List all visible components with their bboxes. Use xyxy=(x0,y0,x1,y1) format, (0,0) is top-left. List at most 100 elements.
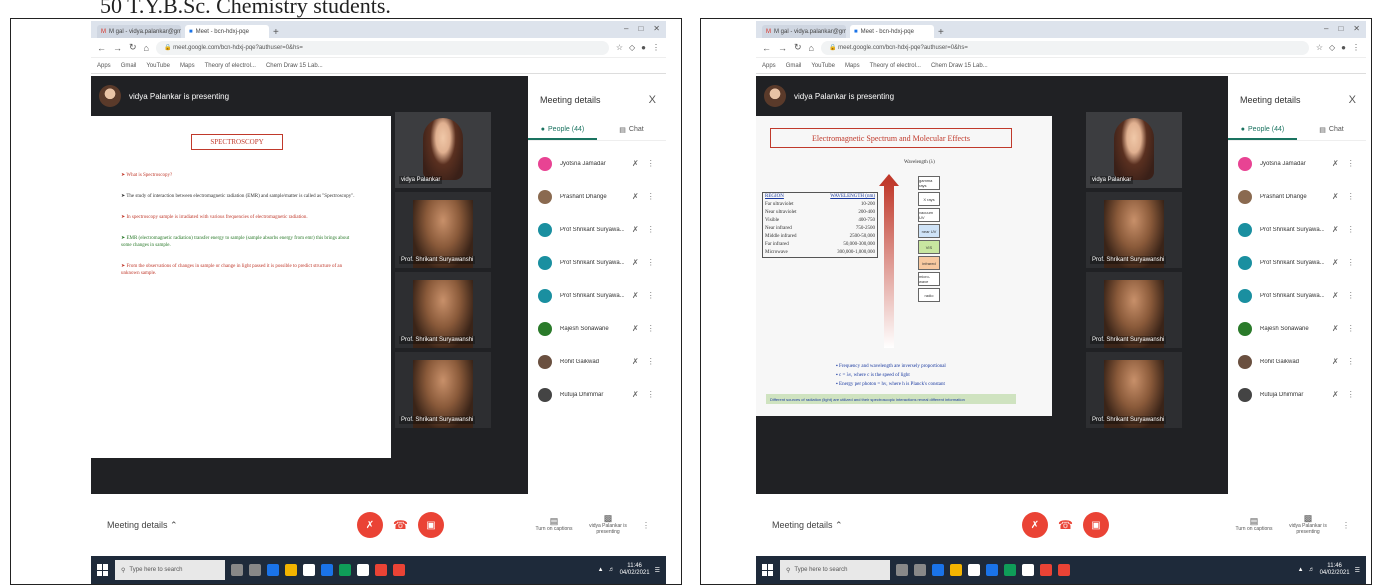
present-button[interactable]: ▩ vidya Palankar is presenting xyxy=(588,514,628,536)
hang-up-button[interactable]: ☎ xyxy=(393,518,408,532)
present-button[interactable]: ▩ vidya Palankar is presenting xyxy=(1288,514,1328,536)
url-input[interactable]: 🔒 meet.google.com/bcn-hdxj-pqe?authuser=… xyxy=(155,40,609,55)
close-window-icon[interactable]: ✕ xyxy=(1353,24,1360,33)
list-item[interactable]: Rutuja Dhimmar ✗ ⋮ xyxy=(1238,378,1366,411)
hang-up-button[interactable]: ☎ xyxy=(1058,518,1073,532)
back-icon[interactable]: ← xyxy=(97,43,106,53)
list-item[interactable]: Rajesh Sonawane ✗ ⋮ xyxy=(538,312,666,345)
participant-tile[interactable]: Prof. Shrikant Suryawanshi xyxy=(1086,352,1182,428)
participant-tile[interactable]: vidya Palankar xyxy=(395,112,491,188)
taskbar-app-icon[interactable] xyxy=(896,564,908,576)
network-icon[interactable]: ▲ xyxy=(598,567,604,573)
more-options-icon[interactable]: ⋮ xyxy=(642,521,650,530)
captions-button[interactable]: ▤ Turn on captions xyxy=(1234,517,1274,533)
windows-start-icon[interactable] xyxy=(97,564,109,576)
tab-people[interactable]: ● People (44) xyxy=(1228,126,1297,140)
bookmark-item[interactable]: YouTube xyxy=(146,63,170,69)
camera-toggle-button[interactable]: ▣ xyxy=(1082,512,1109,538)
new-tab-button[interactable]: + xyxy=(938,27,948,38)
participant-tile[interactable]: Prof. Shrikant Suryawanshi xyxy=(395,192,491,268)
taskbar-search[interactable]: ⚲ Type here to search xyxy=(115,560,225,580)
list-item[interactable]: Prof Shrikant Suryawa... ✗ ⋮ xyxy=(538,279,666,312)
camera-toggle-button[interactable]: ▣ xyxy=(417,512,444,538)
captions-button[interactable]: ▤ Turn on captions xyxy=(534,517,574,533)
taskbar-app-icon[interactable] xyxy=(1022,564,1034,576)
bookmark-item[interactable]: Maps xyxy=(845,63,860,69)
new-tab-button[interactable]: + xyxy=(273,27,283,38)
tab-gmail[interactable]: MM gal - vidya.palankar@gmail.com xyxy=(97,25,181,38)
bookmark-item[interactable]: Apps xyxy=(97,63,111,69)
taskbar-app-icon[interactable] xyxy=(321,564,333,576)
list-item[interactable]: Prashant Dhange ✗ ⋮ xyxy=(1238,180,1366,213)
menu-icon[interactable]: ⋮ xyxy=(652,43,660,52)
extensions-icon[interactable]: ◇ xyxy=(1329,43,1335,52)
taskbar-app-icon[interactable] xyxy=(231,564,243,576)
participant-tile[interactable]: vidya Palankar xyxy=(1086,112,1182,188)
taskbar-app-icon[interactable] xyxy=(339,564,351,576)
back-icon[interactable]: ← xyxy=(762,43,771,53)
mic-toggle-button[interactable]: ✗ xyxy=(357,512,383,538)
more-options-icon[interactable]: ⋮ xyxy=(647,390,655,399)
bookmark-item[interactable]: Theory of electrol... xyxy=(205,63,256,69)
bookmark-item[interactable]: Gmail xyxy=(121,63,137,69)
more-options-icon[interactable]: ⋮ xyxy=(1342,521,1350,530)
taskbar-app-icon[interactable] xyxy=(249,564,261,576)
clock-date[interactable]: 04/02/2021 xyxy=(620,570,650,576)
list-item[interactable]: Rajesh Sonawane ✗ ⋮ xyxy=(1238,312,1366,345)
clock-time[interactable]: 11:46 xyxy=(627,563,642,569)
home-icon[interactable]: ⌂ xyxy=(144,43,149,53)
more-options-icon[interactable]: ⋮ xyxy=(1347,258,1355,267)
taskbar-app-icon[interactable] xyxy=(303,564,315,576)
list-item[interactable]: Jyotsna Jamadar ✗ ⋮ xyxy=(538,147,666,180)
more-options-icon[interactable]: ⋮ xyxy=(647,357,655,366)
taskbar-app-icon[interactable] xyxy=(267,564,279,576)
extensions-icon[interactable]: ◇ xyxy=(629,43,635,52)
reload-icon[interactable]: ↻ xyxy=(794,42,802,53)
menu-icon[interactable]: ⋮ xyxy=(1352,43,1360,52)
reload-icon[interactable]: ↻ xyxy=(129,42,137,53)
taskbar-app-icon[interactable] xyxy=(1058,564,1070,576)
tab-people[interactable]: ● People (44) xyxy=(528,126,597,140)
list-item[interactable]: Prof Shrikant Suryawa... ✗ ⋮ xyxy=(538,246,666,279)
bookmark-item[interactable]: Chem Draw 15 Lab... xyxy=(931,63,988,69)
more-options-icon[interactable]: ⋮ xyxy=(1347,324,1355,333)
close-window-icon[interactable]: ✕ xyxy=(653,24,660,33)
more-options-icon[interactable]: ⋮ xyxy=(647,258,655,267)
taskbar-app-icon[interactable] xyxy=(932,564,944,576)
tab-chat[interactable]: ▤ Chat xyxy=(597,126,666,140)
more-options-icon[interactable]: ⋮ xyxy=(1347,159,1355,168)
more-options-icon[interactable]: ⋮ xyxy=(647,225,655,234)
forward-icon[interactable]: → xyxy=(778,43,787,53)
maximize-icon[interactable]: □ xyxy=(638,24,643,33)
more-options-icon[interactable]: ⋮ xyxy=(1347,291,1355,300)
taskbar-app-icon[interactable] xyxy=(914,564,926,576)
taskbar-app-icon[interactable] xyxy=(986,564,998,576)
bookmark-item[interactable]: Theory of electrol... xyxy=(870,63,921,69)
more-options-icon[interactable]: ⋮ xyxy=(647,192,655,201)
close-icon[interactable]: X xyxy=(1349,94,1356,106)
list-item[interactable]: Rohit Gaikwad ✗ ⋮ xyxy=(1238,345,1366,378)
star-icon[interactable]: ☆ xyxy=(616,43,623,52)
url-input[interactable]: 🔒 meet.google.com/bcn-hdxj-pqe?authuser=… xyxy=(820,40,1309,55)
more-options-icon[interactable]: ⋮ xyxy=(1347,357,1355,366)
tab-meet[interactable]: ■ Meet - bcn-hdxj-pqe xyxy=(850,25,934,38)
participant-tile[interactable]: Prof. Shrikant Suryawanshi xyxy=(1086,192,1182,268)
notification-icon[interactable]: ☰ xyxy=(655,567,660,574)
taskbar-app-icon[interactable] xyxy=(968,564,980,576)
profile-icon[interactable]: ● xyxy=(1341,43,1346,52)
list-item[interactable]: Prashant Dhange ✗ ⋮ xyxy=(538,180,666,213)
mic-toggle-button[interactable]: ✗ xyxy=(1022,512,1048,538)
maximize-icon[interactable]: □ xyxy=(1338,24,1343,33)
list-item[interactable]: Prof Shrikant Suryawa... ✗ ⋮ xyxy=(538,213,666,246)
list-item[interactable]: Prof Shrikant Suryawa... ✗ ⋮ xyxy=(1238,213,1366,246)
more-options-icon[interactable]: ⋮ xyxy=(647,159,655,168)
minimize-icon[interactable]: – xyxy=(1324,24,1328,33)
more-options-icon[interactable]: ⋮ xyxy=(1347,390,1355,399)
home-icon[interactable]: ⌂ xyxy=(809,43,814,53)
taskbar-app-icon[interactable] xyxy=(357,564,369,576)
bookmark-item[interactable]: Chem Draw 15 Lab... xyxy=(266,63,323,69)
taskbar-search[interactable]: ⚲ Type here to search xyxy=(780,560,890,580)
network-icon[interactable]: ▲ xyxy=(1298,567,1304,573)
taskbar-app-icon[interactable] xyxy=(285,564,297,576)
list-item[interactable]: Jyotsna Jamadar ✗ ⋮ xyxy=(1238,147,1366,180)
